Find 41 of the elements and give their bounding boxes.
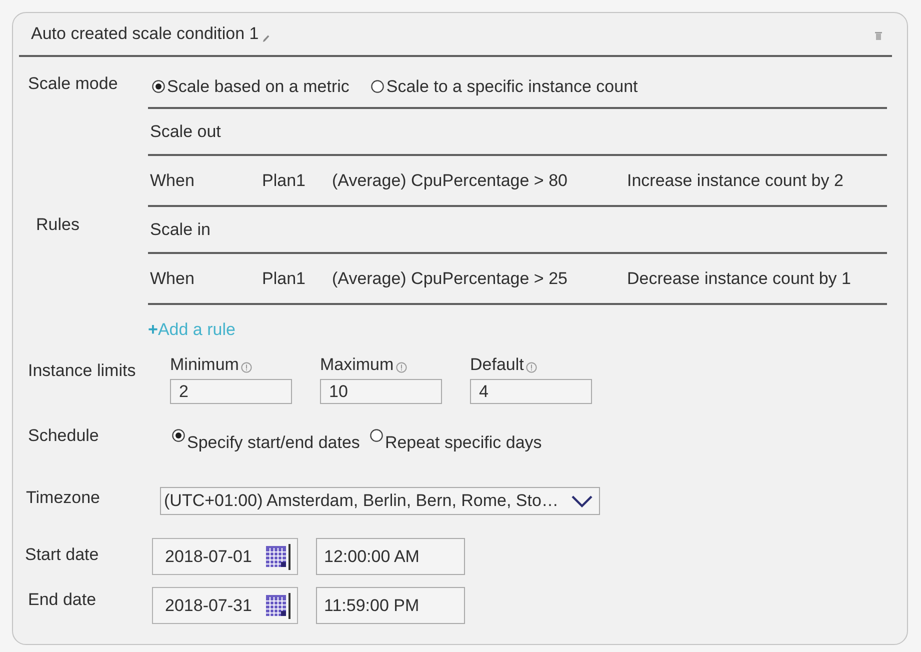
number-field[interactable]: 4 <box>470 379 592 404</box>
radio-option[interactable]: Scale based on a metric <box>152 77 350 97</box>
section-label: Instance limits <box>28 360 137 381</box>
rule-group-title: Scale in <box>148 207 887 254</box>
number-field[interactable]: 10 <box>320 379 442 404</box>
rule-condition: When <box>150 170 196 190</box>
section-label: Schedule <box>28 426 100 446</box>
radio-option[interactable]: Scale to a specific instance count <box>371 77 638 97</box>
date-field[interactable]: 2018-07-31 <box>152 587 298 624</box>
rule-action: Increase instance count by 2 <box>627 170 844 190</box>
rule-action: Decrease instance count by 1 <box>627 268 852 288</box>
timezone-dropdown[interactable]: (UTC+01:00) Amsterdam, Berlin, Bern, Rome, Sto… <box>160 487 600 515</box>
time-field[interactable]: 12:00:00 AM <box>316 538 465 575</box>
section-label: Timezone <box>26 487 102 508</box>
radio-icon[interactable] <box>172 429 185 442</box>
field-label: Default <box>470 355 524 375</box>
section-label: Scale mode <box>28 73 119 94</box>
section-label: Start date <box>25 544 100 565</box>
radio-icon[interactable] <box>371 80 384 93</box>
field-label: Maximum <box>320 355 394 375</box>
radio-icon[interactable] <box>370 429 383 442</box>
radio-option[interactable]: Repeat specific days <box>370 426 542 453</box>
time-field[interactable]: 11:59:00 PM <box>316 587 465 624</box>
rule-metric: (Average) CpuPercentage > 25 <box>332 268 568 288</box>
radio-icon[interactable] <box>152 80 165 93</box>
rule-metric: (Average) CpuPercentage > 80 <box>332 170 568 190</box>
section-label: End date <box>28 589 98 610</box>
condition-title: Auto created scale condition 1 <box>31 24 259 44</box>
chevron-down-icon[interactable] <box>571 494 593 508</box>
date-field[interactable]: 2018-07-01 <box>152 538 298 575</box>
pencil-icon[interactable] <box>262 34 270 42</box>
rule-group-title: Scale out <box>148 109 887 156</box>
calendar-icon[interactable] <box>265 544 291 570</box>
rule-resource: Plan1 <box>262 170 306 190</box>
calendar-icon[interactable] <box>265 592 291 618</box>
rule-condition: When <box>150 268 196 288</box>
rule-resource: Plan1 <box>262 268 306 288</box>
radio-option[interactable]: Specify start/end dates <box>172 426 360 453</box>
field-label: Minimum <box>170 355 239 375</box>
number-field[interactable]: 2 <box>170 379 292 404</box>
section-label: Rules <box>35 215 80 235</box>
